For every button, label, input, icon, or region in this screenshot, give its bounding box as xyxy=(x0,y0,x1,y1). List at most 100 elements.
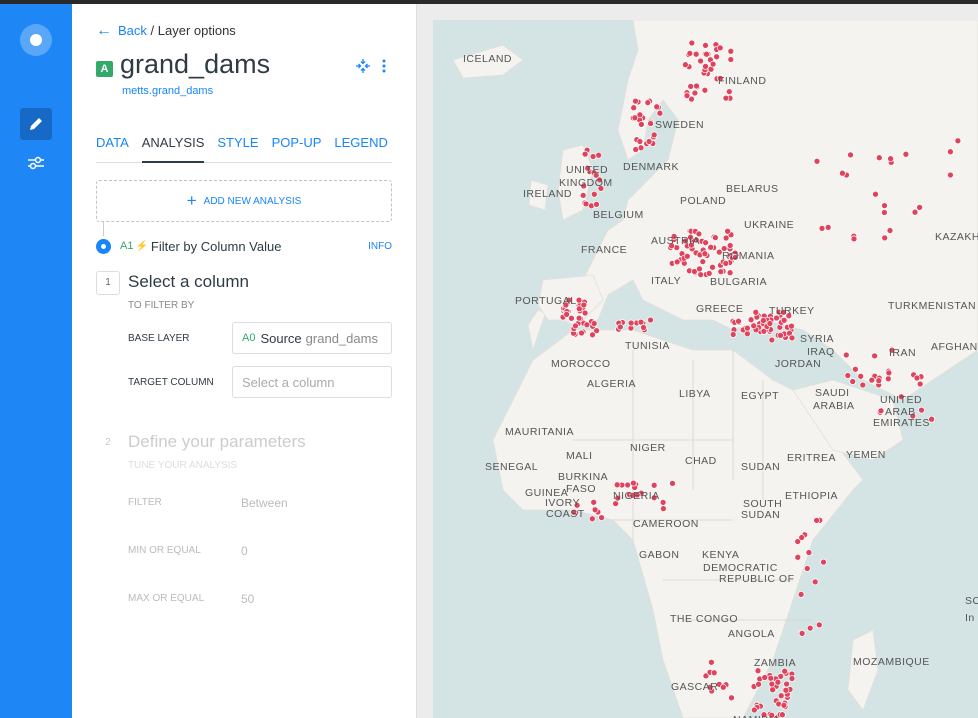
dam-point[interactable] xyxy=(881,209,888,216)
dam-point[interactable] xyxy=(872,190,879,198)
dam-point[interactable] xyxy=(777,692,785,700)
dam-point[interactable] xyxy=(887,155,894,163)
dam-point[interactable] xyxy=(598,514,605,521)
dam-point[interactable] xyxy=(805,549,813,556)
dam-point[interactable] xyxy=(696,265,703,273)
dam-point[interactable] xyxy=(884,375,892,383)
dam-point[interactable] xyxy=(613,481,621,489)
carto-logo-icon[interactable] xyxy=(20,24,52,56)
dam-point[interactable] xyxy=(575,296,583,304)
dam-point[interactable] xyxy=(589,153,597,160)
dam-point[interactable] xyxy=(593,201,600,208)
dam-point[interactable] xyxy=(806,624,814,632)
tab-data[interactable]: DATA xyxy=(96,134,129,163)
dam-point[interactable] xyxy=(709,263,716,271)
dam-point[interactable] xyxy=(575,305,583,313)
dam-point[interactable] xyxy=(645,138,653,145)
dam-point[interactable] xyxy=(849,378,857,385)
dam-point[interactable] xyxy=(693,82,700,90)
dam-point[interactable] xyxy=(590,320,598,327)
dam-point[interactable] xyxy=(755,680,762,688)
dam-point[interactable] xyxy=(768,680,776,688)
dam-point[interactable] xyxy=(797,591,805,598)
dam-point[interactable] xyxy=(692,50,700,58)
dam-point[interactable] xyxy=(583,321,591,329)
dam-point[interactable] xyxy=(875,377,883,384)
dam-point[interactable] xyxy=(707,243,715,251)
tab-style[interactable]: STYLE xyxy=(217,134,258,163)
dam-point[interactable] xyxy=(682,61,689,69)
dam-point[interactable] xyxy=(747,316,755,324)
dam-point[interactable] xyxy=(813,157,821,165)
dam-point[interactable] xyxy=(659,499,667,506)
dam-point[interactable] xyxy=(709,60,717,68)
dam-point[interactable] xyxy=(852,365,859,373)
dam-point[interactable] xyxy=(647,316,654,324)
more-options-icon[interactable] xyxy=(381,58,387,74)
dam-point[interactable] xyxy=(760,317,767,324)
dam-point[interactable] xyxy=(815,621,823,629)
edit-pencil-button[interactable] xyxy=(20,108,52,140)
dam-point[interactable] xyxy=(624,481,631,489)
dam-point[interactable] xyxy=(918,406,925,414)
dam-point[interactable] xyxy=(686,50,694,57)
dam-point[interactable] xyxy=(885,369,893,377)
dam-point[interactable] xyxy=(871,352,878,360)
dam-point[interactable] xyxy=(627,319,635,327)
dam-point[interactable] xyxy=(697,57,704,65)
dam-point[interactable] xyxy=(780,316,788,324)
max-value[interactable]: 50 xyxy=(241,592,254,606)
dam-point[interactable] xyxy=(774,678,782,686)
dam-point[interactable] xyxy=(572,322,579,330)
dam-point[interactable] xyxy=(788,675,796,682)
dam-point[interactable] xyxy=(767,674,775,682)
dam-point[interactable] xyxy=(847,151,854,159)
dam-point[interactable] xyxy=(877,407,885,415)
dam-point[interactable] xyxy=(687,83,695,90)
dam-point[interactable] xyxy=(947,148,954,156)
dam-point[interactable] xyxy=(798,630,806,637)
dam-point[interactable] xyxy=(803,565,811,572)
dam-point[interactable] xyxy=(859,381,867,389)
dam-point[interactable] xyxy=(638,121,645,128)
dam-point[interactable] xyxy=(653,103,661,111)
info-link[interactable]: INFO xyxy=(368,241,392,252)
dam-point[interactable] xyxy=(712,234,719,241)
dam-point[interactable] xyxy=(820,558,827,566)
dam-point[interactable] xyxy=(683,252,691,260)
dam-point[interactable] xyxy=(708,658,715,666)
dam-point[interactable] xyxy=(590,498,598,506)
dam-point[interactable] xyxy=(916,380,924,388)
dam-point[interactable] xyxy=(650,481,658,489)
dam-point[interactable] xyxy=(868,376,876,384)
zoom-to-fit-icon[interactable] xyxy=(355,58,371,74)
dam-point[interactable] xyxy=(842,351,850,359)
dam-point[interactable] xyxy=(768,336,776,344)
dam-point[interactable] xyxy=(794,553,802,561)
dam-point[interactable] xyxy=(702,239,709,246)
dam-point[interactable] xyxy=(716,44,724,52)
dam-point[interactable] xyxy=(581,150,589,158)
dam-point[interactable] xyxy=(616,323,624,331)
dam-point[interactable] xyxy=(954,137,962,145)
dam-point[interactable] xyxy=(886,227,894,234)
dam-point[interactable] xyxy=(578,329,585,337)
dam-point[interactable] xyxy=(688,39,696,47)
dam-point[interactable] xyxy=(777,332,784,339)
dam-point[interactable] xyxy=(575,314,583,322)
layer-source-link[interactable]: metts.grand_dams xyxy=(122,85,213,97)
analysis-radio[interactable] xyxy=(96,238,111,254)
dam-point[interactable] xyxy=(650,131,658,139)
dam-point[interactable] xyxy=(779,711,786,718)
dam-point[interactable] xyxy=(916,204,923,211)
dam-point[interactable] xyxy=(727,47,735,55)
dam-point[interactable] xyxy=(630,104,638,112)
dam-point[interactable] xyxy=(640,324,647,331)
back-link[interactable]: Back xyxy=(118,23,147,38)
tab-legend[interactable]: LEGEND xyxy=(334,134,387,163)
dam-point[interactable] xyxy=(632,146,640,153)
target-column-field[interactable] xyxy=(232,366,392,398)
dam-point[interactable] xyxy=(699,258,707,265)
dam-point[interactable] xyxy=(701,250,709,258)
dam-point[interactable] xyxy=(726,269,734,277)
